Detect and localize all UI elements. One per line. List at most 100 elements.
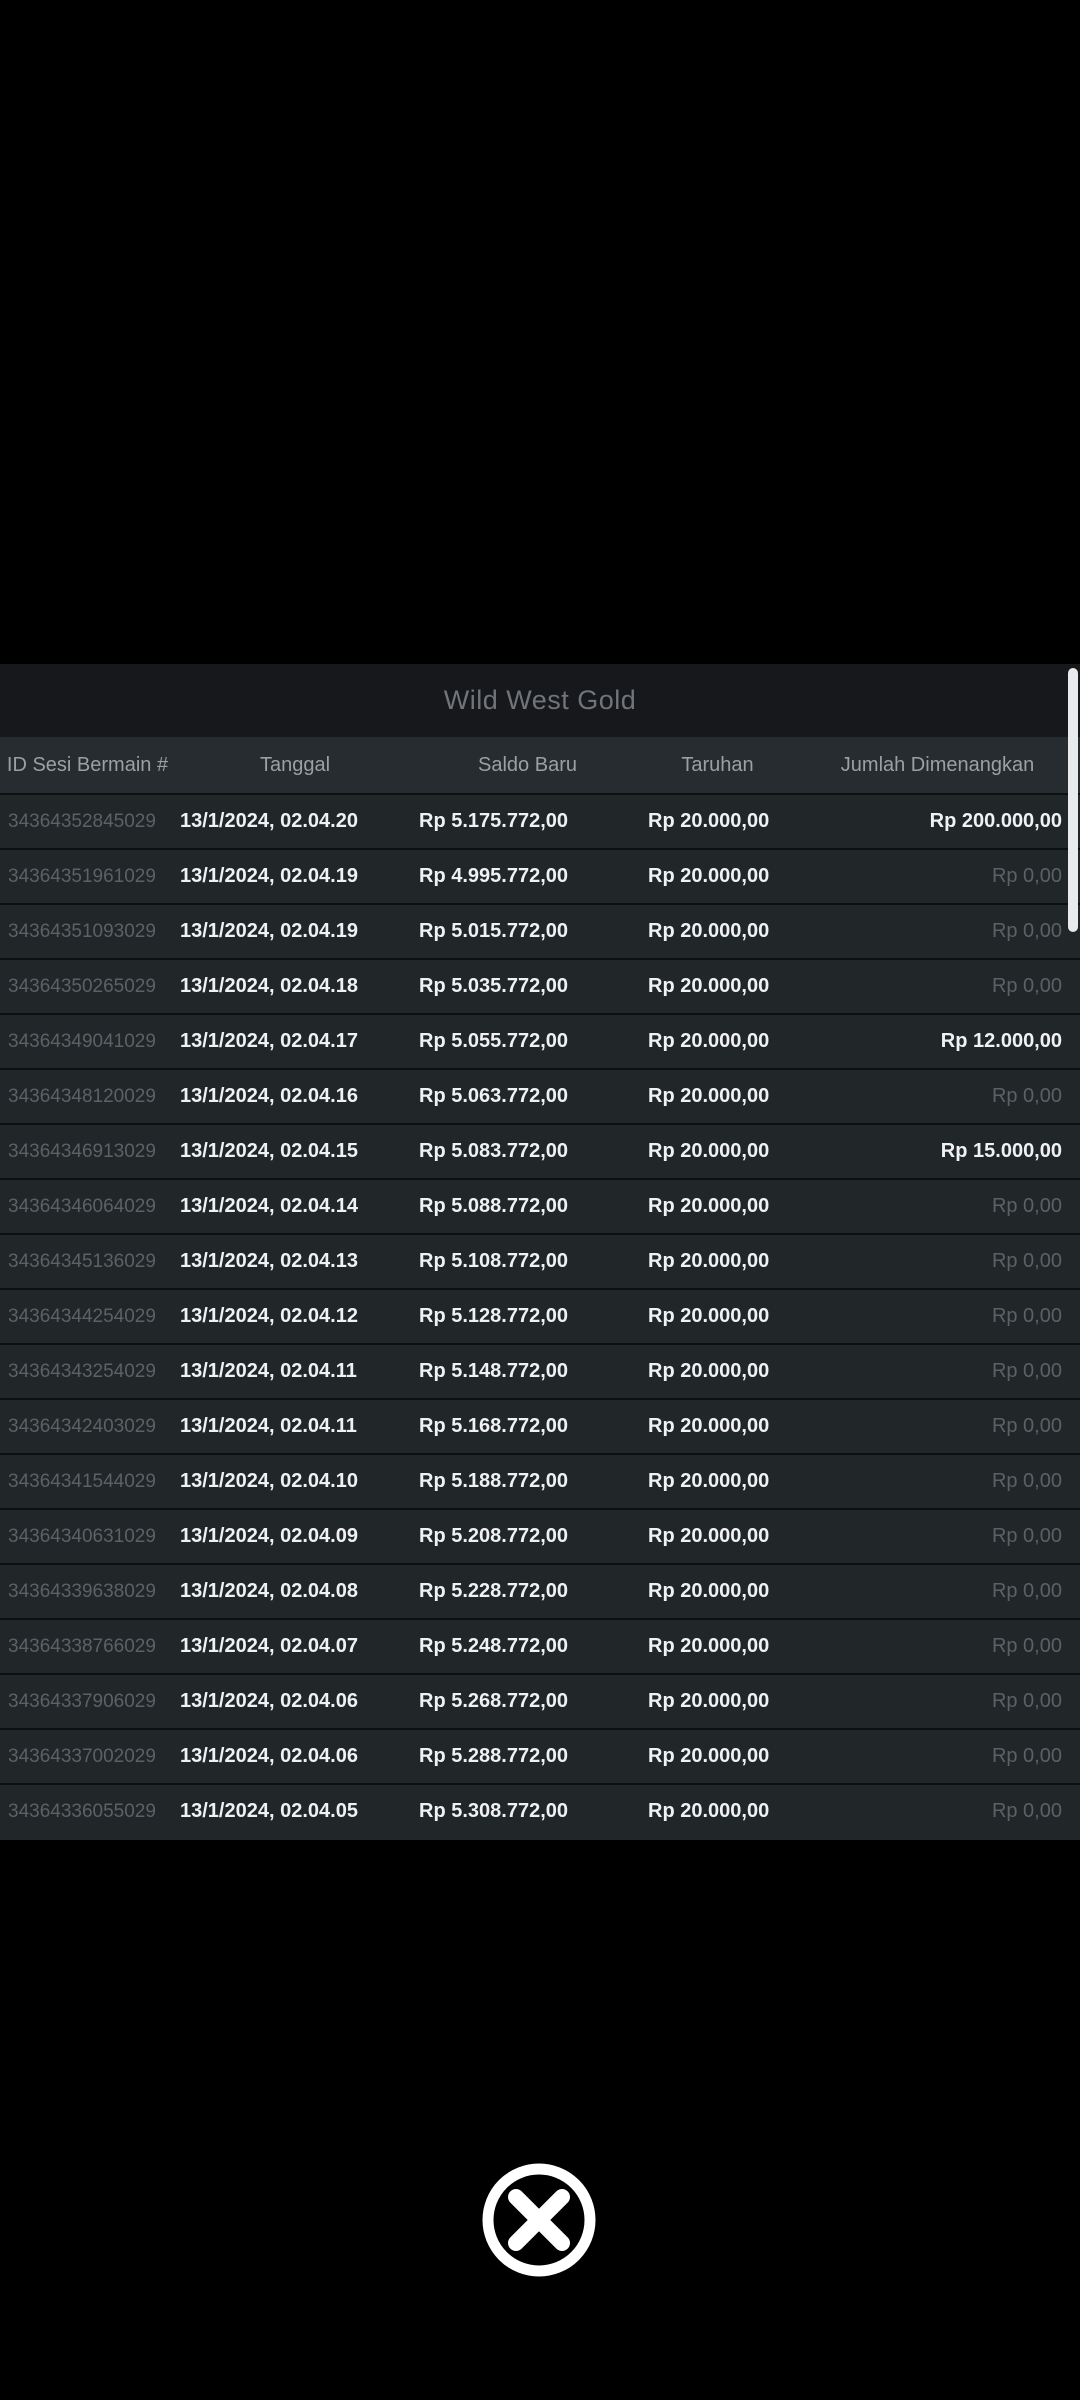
cell-new-balance: Rp 5.035.772,00 bbox=[419, 975, 568, 997]
cell-amount-won: Rp 0,00 bbox=[991, 1635, 1062, 1657]
cell-new-balance: Rp 5.308.772,00 bbox=[419, 1800, 568, 1822]
cell-session-id: 34364343254029 bbox=[8, 1360, 156, 1382]
cell-date: 13/1/2024, 02.04.17 bbox=[180, 1030, 358, 1052]
cell-amount-won: Rp 0,00 bbox=[991, 1305, 1062, 1327]
table-row: 34364337002029 13/1/2024, 02.04.06 Rp 5.… bbox=[0, 1728, 1080, 1783]
table-row: 34364341544029 13/1/2024, 02.04.10 Rp 5.… bbox=[0, 1453, 1080, 1508]
cell-new-balance: Rp 5.055.772,00 bbox=[419, 1030, 568, 1052]
cell-bet: Rp 20.000,00 bbox=[648, 920, 770, 942]
cell-bet: Rp 20.000,00 bbox=[648, 1525, 770, 1547]
cell-bet: Rp 20.000,00 bbox=[648, 1250, 770, 1272]
app-screen: Wild West Gold ID Sesi Bermain # Tanggal… bbox=[0, 0, 1080, 2400]
cell-session-id: 34364349041029 bbox=[8, 1030, 156, 1052]
cell-session-id: 34364351961029 bbox=[8, 865, 156, 887]
cell-session-id: 34364350265029 bbox=[8, 975, 156, 997]
table-row: 34364337906029 13/1/2024, 02.04.06 Rp 5.… bbox=[0, 1673, 1080, 1728]
cell-bet: Rp 20.000,00 bbox=[648, 975, 770, 997]
cell-amount-won: Rp 0,00 bbox=[991, 1800, 1062, 1822]
cell-session-id: 34364351093029 bbox=[8, 920, 156, 942]
cell-date: 13/1/2024, 02.04.20 bbox=[180, 810, 358, 832]
column-header-date: Tanggal bbox=[259, 753, 331, 776]
cell-date: 13/1/2024, 02.04.06 bbox=[180, 1690, 358, 1712]
table-row: 34364346913029 13/1/2024, 02.04.15 Rp 5.… bbox=[0, 1123, 1080, 1178]
table-row: 34364351961029 13/1/2024, 02.04.19 Rp 4.… bbox=[0, 848, 1080, 903]
cell-new-balance: Rp 5.288.772,00 bbox=[419, 1745, 568, 1767]
cell-new-balance: Rp 5.015.772,00 bbox=[419, 920, 568, 942]
cell-amount-won: Rp 12.000,00 bbox=[940, 1030, 1062, 1052]
cell-new-balance: Rp 5.148.772,00 bbox=[419, 1360, 568, 1382]
table-row: 34364344254029 13/1/2024, 02.04.12 Rp 5.… bbox=[0, 1288, 1080, 1343]
cell-session-id: 34364340631029 bbox=[8, 1525, 156, 1547]
table-row: 34364342403029 13/1/2024, 02.04.11 Rp 5.… bbox=[0, 1398, 1080, 1453]
cell-new-balance: Rp 4.995.772,00 bbox=[419, 865, 568, 887]
cell-date: 13/1/2024, 02.04.11 bbox=[180, 1415, 357, 1437]
cell-date: 13/1/2024, 02.04.09 bbox=[180, 1525, 358, 1547]
cell-bet: Rp 20.000,00 bbox=[648, 1195, 770, 1217]
cell-bet: Rp 20.000,00 bbox=[648, 1580, 770, 1602]
cell-date: 13/1/2024, 02.04.05 bbox=[180, 1800, 358, 1822]
cell-date: 13/1/2024, 02.04.19 bbox=[180, 865, 358, 887]
cell-bet: Rp 20.000,00 bbox=[648, 1030, 770, 1052]
table-row: 34364351093029 13/1/2024, 02.04.19 Rp 5.… bbox=[0, 903, 1080, 958]
column-header-amount-won: Jumlah Dimenangkan bbox=[840, 753, 1035, 776]
cell-amount-won: Rp 0,00 bbox=[991, 865, 1062, 887]
table-row: 34364339638029 13/1/2024, 02.04.08 Rp 5.… bbox=[0, 1563, 1080, 1618]
cell-bet: Rp 20.000,00 bbox=[648, 1415, 770, 1437]
cell-amount-won: Rp 0,00 bbox=[991, 1470, 1062, 1492]
cell-bet: Rp 20.000,00 bbox=[648, 1360, 770, 1382]
cell-session-id: 34364344254029 bbox=[8, 1305, 156, 1327]
cell-new-balance: Rp 5.128.772,00 bbox=[419, 1305, 568, 1327]
cell-new-balance: Rp 5.248.772,00 bbox=[419, 1635, 568, 1657]
cell-new-balance: Rp 5.268.772,00 bbox=[419, 1690, 568, 1712]
cell-new-balance: Rp 5.188.772,00 bbox=[419, 1470, 568, 1492]
column-header-new-balance: Saldo Baru bbox=[478, 753, 577, 776]
cell-session-id: 34364337906029 bbox=[8, 1690, 156, 1712]
cell-session-id: 34364342403029 bbox=[8, 1415, 156, 1437]
cell-session-id: 34364346064029 bbox=[8, 1195, 156, 1217]
table-row: 34364336055029 13/1/2024, 02.04.05 Rp 5.… bbox=[0, 1783, 1080, 1838]
circled-x-icon bbox=[480, 2161, 598, 2279]
cell-amount-won: Rp 200.000,00 bbox=[929, 810, 1062, 832]
table-body: 34364352845029 13/1/2024, 02.04.20 Rp 5.… bbox=[0, 793, 1080, 1838]
table-row: 34364340631029 13/1/2024, 02.04.09 Rp 5.… bbox=[0, 1508, 1080, 1563]
cell-session-id: 34364345136029 bbox=[8, 1250, 156, 1272]
cell-date: 13/1/2024, 02.04.16 bbox=[180, 1085, 358, 1107]
cell-amount-won: Rp 0,00 bbox=[991, 1195, 1062, 1217]
cell-new-balance: Rp 5.108.772,00 bbox=[419, 1250, 568, 1272]
cell-new-balance: Rp 5.228.772,00 bbox=[419, 1580, 568, 1602]
cell-amount-won: Rp 0,00 bbox=[991, 975, 1062, 997]
close-button[interactable] bbox=[480, 2161, 598, 2279]
cell-date: 13/1/2024, 02.04.08 bbox=[180, 1580, 358, 1602]
cell-bet: Rp 20.000,00 bbox=[648, 1800, 770, 1822]
cell-date: 13/1/2024, 02.04.07 bbox=[180, 1635, 358, 1657]
cell-amount-won: Rp 0,00 bbox=[991, 1580, 1062, 1602]
cell-session-id: 34364339638029 bbox=[8, 1580, 156, 1602]
cell-bet: Rp 20.000,00 bbox=[648, 810, 770, 832]
cell-bet: Rp 20.000,00 bbox=[648, 1305, 770, 1327]
cell-date: 13/1/2024, 02.04.13 bbox=[180, 1250, 358, 1272]
cell-amount-won: Rp 15.000,00 bbox=[940, 1140, 1062, 1162]
cell-amount-won: Rp 0,00 bbox=[991, 1415, 1062, 1437]
cell-new-balance: Rp 5.088.772,00 bbox=[419, 1195, 568, 1217]
cell-bet: Rp 20.000,00 bbox=[648, 1140, 770, 1162]
cell-new-balance: Rp 5.175.772,00 bbox=[419, 810, 568, 832]
cell-bet: Rp 20.000,00 bbox=[648, 865, 770, 887]
cell-date: 13/1/2024, 02.04.06 bbox=[180, 1745, 358, 1767]
cell-amount-won: Rp 0,00 bbox=[991, 1745, 1062, 1767]
table-row: 34364350265029 13/1/2024, 02.04.18 Rp 5.… bbox=[0, 958, 1080, 1013]
cell-bet: Rp 20.000,00 bbox=[648, 1470, 770, 1492]
cell-bet: Rp 20.000,00 bbox=[648, 1690, 770, 1712]
cell-new-balance: Rp 5.063.772,00 bbox=[419, 1085, 568, 1107]
cell-date: 13/1/2024, 02.04.15 bbox=[180, 1140, 358, 1162]
cell-session-id: 34364338766029 bbox=[8, 1635, 156, 1657]
cell-date: 13/1/2024, 02.04.18 bbox=[180, 975, 358, 997]
table-row: 34364343254029 13/1/2024, 02.04.11 Rp 5.… bbox=[0, 1343, 1080, 1398]
cell-amount-won: Rp 0,00 bbox=[991, 1690, 1062, 1712]
table-row: 34364352845029 13/1/2024, 02.04.20 Rp 5.… bbox=[0, 793, 1080, 848]
cell-amount-won: Rp 0,00 bbox=[991, 1525, 1062, 1547]
cell-new-balance: Rp 5.168.772,00 bbox=[419, 1415, 568, 1437]
table-header-row: ID Sesi Bermain # Tanggal Saldo Baru Tar… bbox=[0, 737, 1080, 793]
cell-session-id: 34364341544029 bbox=[8, 1470, 156, 1492]
modal-title: Wild West Gold bbox=[443, 685, 637, 715]
scrollbar-thumb[interactable] bbox=[1068, 668, 1078, 932]
